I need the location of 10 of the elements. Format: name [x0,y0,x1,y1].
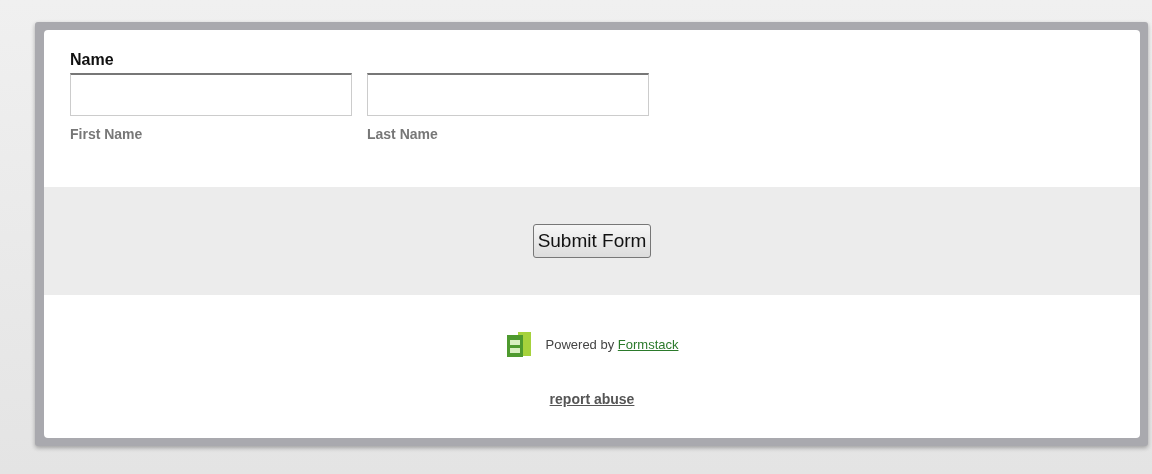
input-sublabel: First Name [70,126,144,142]
input-sublabel: Last Name [367,126,439,142]
stacked-box-icon [505,330,532,358]
powered-by-text: Powered by Formstack [545,336,679,352]
formstack-link[interactable]: Formstack [617,336,679,352]
report-abuse-link[interactable]: report abuse [549,391,635,407]
text-input[interactable] [367,73,649,116]
field-label: Name [70,51,115,70]
text-input[interactable] [70,73,352,116]
submit-button[interactable]: Submit Form [532,224,652,258]
